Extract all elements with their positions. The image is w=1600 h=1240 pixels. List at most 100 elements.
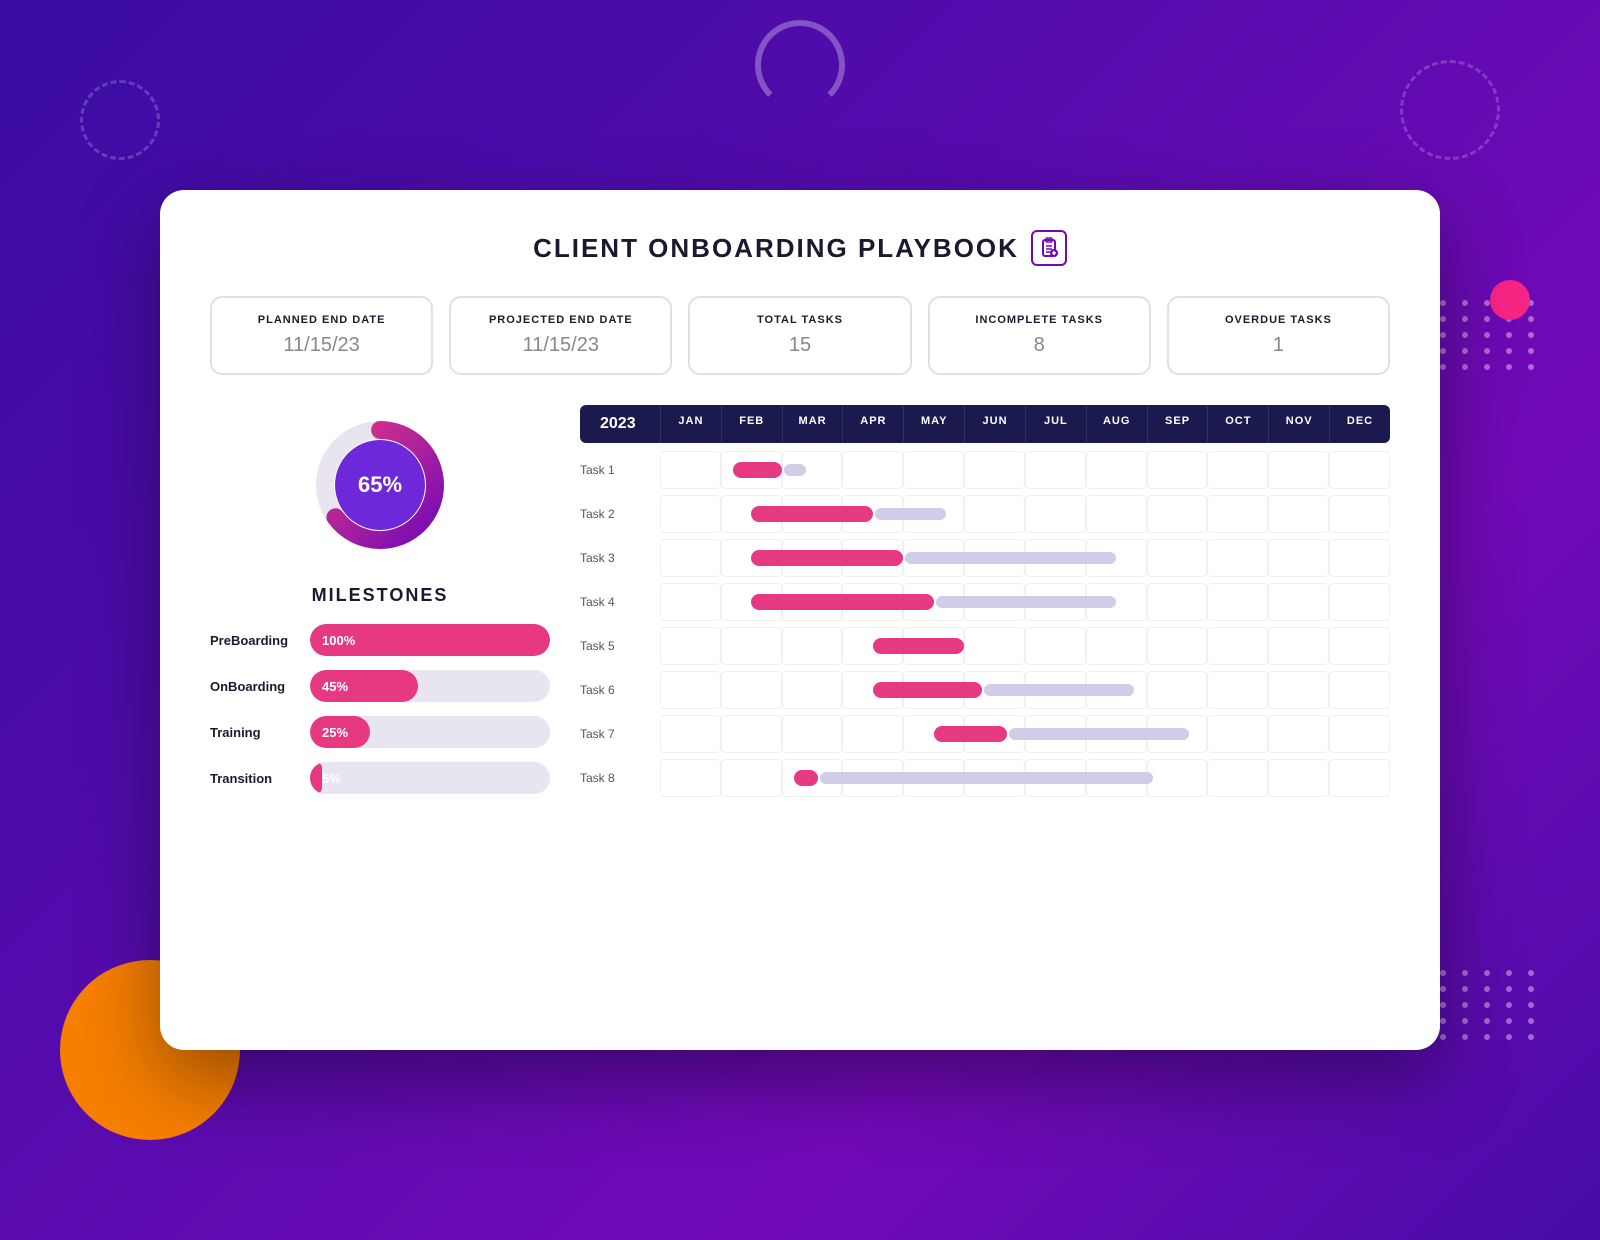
bg-dot	[1506, 332, 1512, 338]
bg-dot	[1440, 986, 1446, 992]
gantt-task-label: Task 6	[580, 683, 660, 697]
gantt-bar-pink	[794, 770, 818, 786]
gantt-cell	[903, 451, 964, 489]
bg-dot	[1528, 316, 1534, 322]
gantt-month-sep: SEP	[1147, 405, 1208, 443]
bg-dot	[1506, 364, 1512, 370]
bg-dot	[1528, 1034, 1534, 1040]
bg-dot	[1506, 1002, 1512, 1008]
gantt-cell	[660, 671, 721, 709]
gantt-cell	[1329, 583, 1390, 621]
stat-value: 1	[1189, 334, 1368, 357]
gantt-month-may: MAY	[903, 405, 964, 443]
bg-dot	[1484, 1018, 1490, 1024]
gantt-month-aug: AUG	[1086, 405, 1147, 443]
gantt-task-label: Task 4	[580, 595, 660, 609]
gantt-bar-progress	[751, 550, 1116, 566]
gantt-cell	[1329, 451, 1390, 489]
milestone-item-preboarding: PreBoarding 100%	[210, 624, 550, 656]
bg-dot	[1528, 364, 1534, 370]
gantt-task-label: Task 5	[580, 639, 660, 653]
bg-dot	[1462, 1034, 1468, 1040]
stat-card-planned-end-date: PLANNED END DATE 11/15/23	[210, 296, 433, 375]
milestones-title: MILESTONES	[210, 585, 550, 606]
gantt-header: 2023 JANFEBMARAPRMAYJUNJULAUGSEPOCTNOVDE…	[580, 405, 1390, 443]
gantt-months: JANFEBMARAPRMAYJUNJULAUGSEPOCTNOVDEC	[660, 405, 1390, 443]
gantt-rows: Task 1Task 2Task 3Task 4Task 5Task 6Task…	[580, 451, 1390, 797]
bg-dot	[1462, 300, 1468, 306]
gantt-cell	[782, 627, 843, 665]
gantt-cell	[1147, 627, 1208, 665]
gantt-cell	[660, 627, 721, 665]
gantt-bar-gray	[784, 464, 806, 476]
bg-dot	[1484, 1034, 1490, 1040]
donut-percent: 65%	[335, 440, 425, 530]
gantt-cell	[1147, 539, 1208, 577]
progress-bar-fill: 25%	[310, 716, 370, 748]
stat-card-projected-end-date: PROJECTED END DATE 11/15/23	[449, 296, 672, 375]
bg-dot	[1462, 1018, 1468, 1024]
card-header: CLIENT ONBOARDING PLAYBOOK	[210, 230, 1390, 266]
stat-label: OVERDUE TASKS	[1189, 314, 1368, 326]
gantt-month-mar: MAR	[782, 405, 843, 443]
gantt-cell	[660, 451, 721, 489]
bg-dot	[1484, 364, 1490, 370]
gantt-bar-progress	[794, 770, 1153, 786]
bg-dot	[1440, 332, 1446, 338]
gantt-month-jan: JAN	[660, 405, 721, 443]
gantt-cell	[1147, 451, 1208, 489]
gantt-bar-pink	[751, 550, 903, 566]
bg-decoration-circle-topright	[1400, 60, 1500, 160]
gantt-month-oct: OCT	[1207, 405, 1268, 443]
gantt-bar-gray	[905, 552, 1116, 564]
progress-bar-fill: 100%	[310, 624, 550, 656]
gantt-grid-area	[660, 671, 1390, 709]
bg-dot	[1462, 316, 1468, 322]
gantt-cell	[1207, 495, 1268, 533]
gantt-cell	[1147, 671, 1208, 709]
gantt-row-task-1: Task 1	[580, 451, 1390, 489]
bg-dot	[1528, 332, 1534, 338]
donut-chart-container: 65%	[210, 405, 550, 565]
bg-dot	[1506, 970, 1512, 976]
gantt-task-label: Task 2	[580, 507, 660, 521]
gantt-grid-area	[660, 759, 1390, 797]
bg-dot	[1484, 986, 1490, 992]
gantt-cell	[1207, 671, 1268, 709]
gantt-cell	[1329, 759, 1390, 797]
gantt-row-task-5: Task 5	[580, 627, 1390, 665]
page-title: CLIENT ONBOARDING PLAYBOOK	[533, 233, 1019, 264]
milestones-panel: 65% MILESTONES PreBoarding 100% OnBoardi…	[210, 405, 550, 808]
stat-label: INCOMPLETE TASKS	[950, 314, 1129, 326]
progress-bar-fill: 45%	[310, 670, 418, 702]
gantt-cell	[660, 715, 721, 753]
bg-dot	[1462, 364, 1468, 370]
main-content: 65% MILESTONES PreBoarding 100% OnBoardi…	[210, 405, 1390, 808]
stat-value: 11/15/23	[471, 334, 650, 357]
bg-dot	[1484, 348, 1490, 354]
bg-dot	[1440, 1034, 1446, 1040]
gantt-month-apr: APR	[842, 405, 903, 443]
bg-dot	[1528, 986, 1534, 992]
gantt-cell	[1268, 539, 1329, 577]
gantt-cell	[1268, 451, 1329, 489]
gantt-grid-area	[660, 583, 1390, 621]
gantt-bar-pink	[873, 638, 964, 654]
gantt-cell	[782, 671, 843, 709]
gantt-row-task-6: Task 6	[580, 671, 1390, 709]
gantt-cell	[842, 451, 903, 489]
gantt-bar-progress	[751, 594, 1116, 610]
gantt-cell	[964, 627, 1025, 665]
gantt-cell	[1086, 495, 1147, 533]
bg-dot	[1462, 348, 1468, 354]
bg-dot	[1506, 348, 1512, 354]
gantt-bar-gray	[984, 684, 1134, 696]
gantt-cell	[1147, 759, 1208, 797]
gantt-bar-progress	[934, 726, 1190, 742]
gantt-row-task-2: Task 2	[580, 495, 1390, 533]
gantt-cell	[1086, 451, 1147, 489]
milestone-item-training: Training 25%	[210, 716, 550, 748]
bg-dot	[1484, 1002, 1490, 1008]
milestone-name: Training	[210, 725, 300, 740]
gantt-row-task-7: Task 7	[580, 715, 1390, 753]
